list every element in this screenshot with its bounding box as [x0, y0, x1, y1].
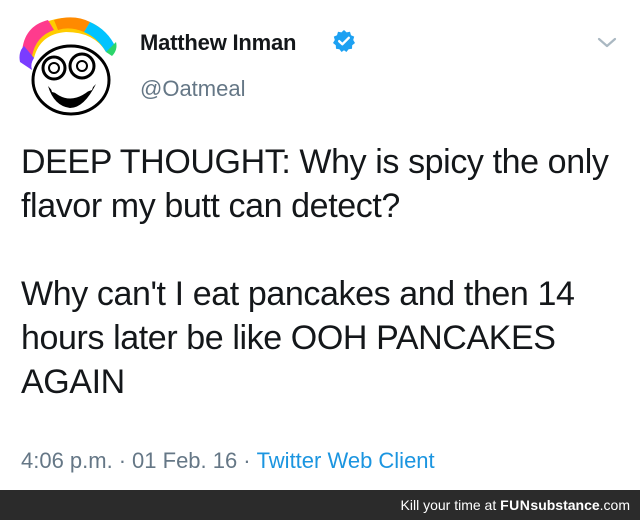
tweet-text: DEEP THOUGHT: Why is spicy the only flav… — [21, 140, 631, 404]
tweet-date[interactable]: 01 Feb. 16 — [132, 448, 237, 473]
tweet-paragraph: Why can't I eat pancakes and then 14 hou… — [21, 275, 575, 401]
separator: · — [243, 448, 251, 473]
chevron-down-icon[interactable] — [596, 36, 618, 50]
avatar[interactable] — [14, 12, 120, 118]
verified-badge-icon — [332, 29, 356, 53]
tweet-paragraph: DEEP THOUGHT: Why is spicy the only flav… — [21, 143, 609, 225]
watermark-brand-fun: FUN — [500, 497, 531, 513]
watermark-bar: Kill your time at FUNsubstance.com — [0, 490, 640, 520]
author-handle[interactable]: @Oatmeal — [140, 76, 245, 102]
tweet-meta: 4:06 p.m. · 01 Feb. 16 · Twitter Web Client — [21, 448, 435, 474]
watermark-text: Kill your time at FUNsubstance.com — [401, 497, 630, 513]
watermark-brand-substance: substance — [530, 497, 600, 513]
oatmeal-avatar-icon — [19, 17, 117, 116]
watermark-tagline: Kill your time at — [400, 497, 501, 513]
watermark-brand-domain: .com — [599, 497, 630, 513]
tweet-time[interactable]: 4:06 p.m. — [21, 448, 113, 473]
author-name[interactable]: Matthew Inman — [140, 30, 297, 56]
separator: · — [118, 448, 127, 473]
tweet-source-link[interactable]: Twitter Web Client — [257, 448, 435, 473]
